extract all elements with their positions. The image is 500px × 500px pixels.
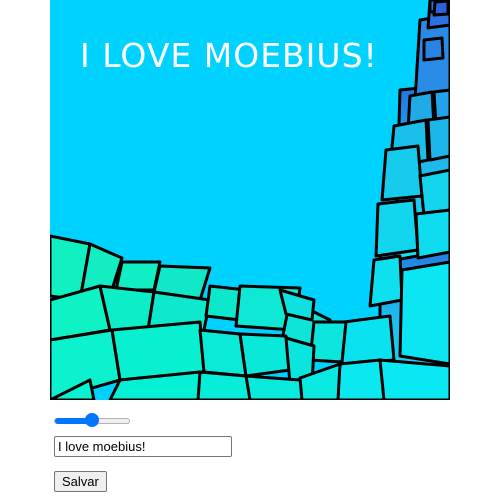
size-slider[interactable] xyxy=(52,411,132,431)
render-canvas[interactable]: I LOVE MOEBIUS! xyxy=(50,0,450,400)
canvas-title: I LOVE MOEBIUS! xyxy=(80,36,378,75)
slider-thumb[interactable] xyxy=(85,413,99,427)
message-input[interactable] xyxy=(54,436,232,457)
save-button[interactable]: Salvar xyxy=(54,471,107,492)
